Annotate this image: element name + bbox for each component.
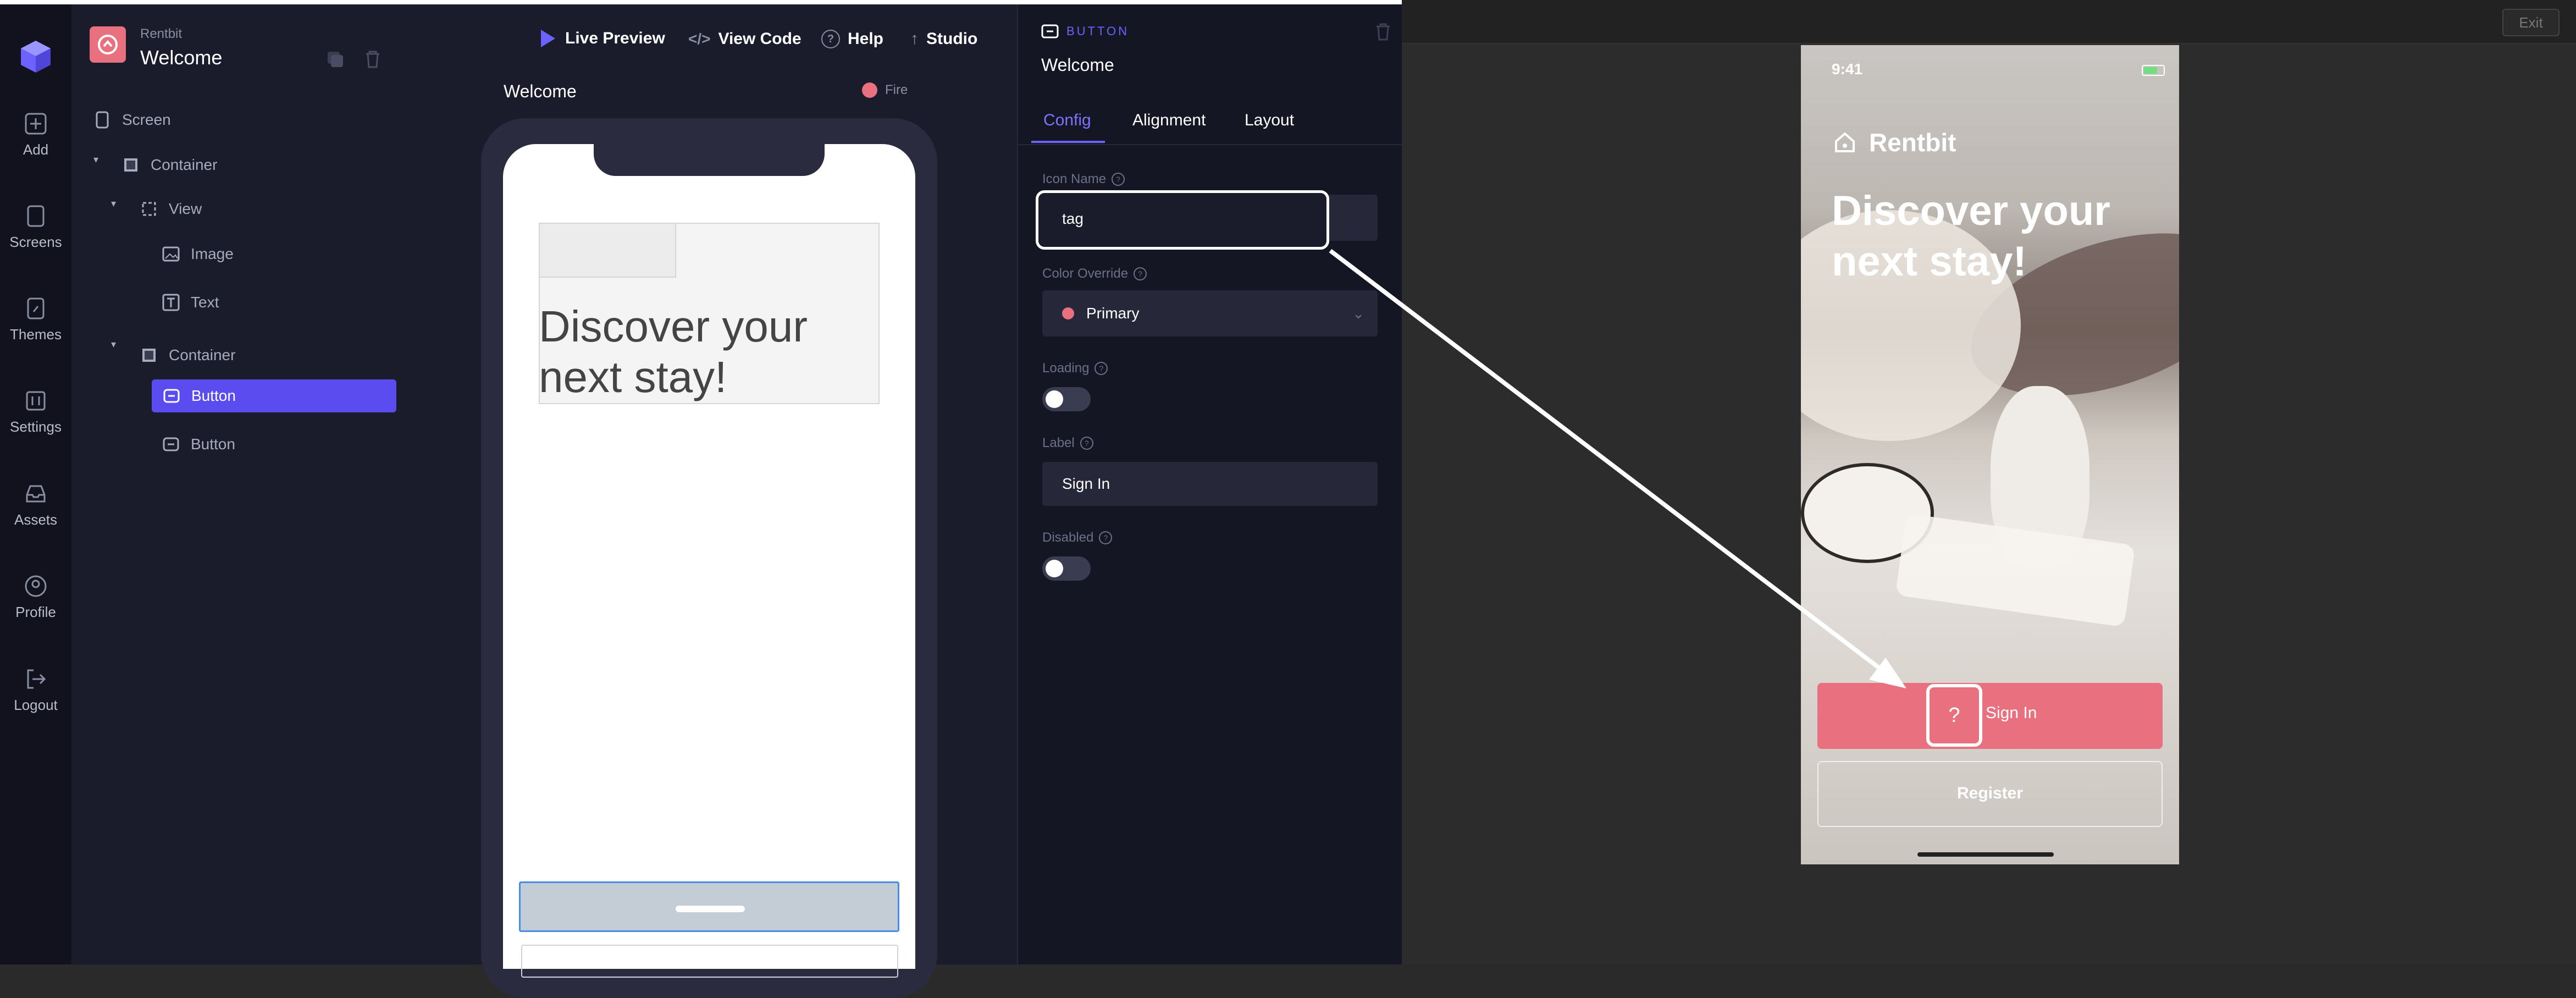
annotation-arrow (1329, 249, 1906, 688)
